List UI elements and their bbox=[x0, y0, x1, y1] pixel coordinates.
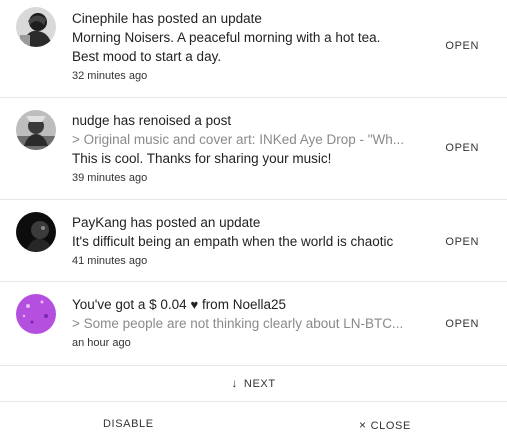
notification-time: an hour ago bbox=[72, 337, 131, 349]
close-icon: × bbox=[359, 418, 367, 432]
next-button[interactable]: ↓ NEXT bbox=[231, 376, 275, 390]
tip-sender-text: from Noella25 bbox=[201, 297, 286, 312]
notification-title: PayKang has posted an update bbox=[72, 215, 261, 230]
arrow-down-icon: ↓ bbox=[231, 376, 238, 390]
notification-title: You've got a $ 0.04 ♥ from Noella25 bbox=[72, 295, 417, 314]
notification-title: nudge has renoised a post bbox=[72, 113, 232, 128]
notification-text: Best mood to start a day. bbox=[72, 49, 222, 64]
notification-item[interactable]: You've got a $ 0.04 ♥ from Noella25 > So… bbox=[0, 282, 507, 366]
notification-quote: > Original music and cover art: INKed Ay… bbox=[72, 132, 405, 147]
disable-button[interactable]: DISABLE bbox=[103, 418, 154, 430]
heart-icon: ♥ bbox=[190, 297, 199, 312]
notification-text: It's difficult being an empath when the … bbox=[72, 234, 394, 249]
open-button[interactable]: OPEN bbox=[445, 142, 479, 154]
notification-item[interactable]: Cinephile has posted an update Morning N… bbox=[0, 0, 507, 98]
user-avatar-paykang bbox=[16, 212, 56, 252]
next-label: NEXT bbox=[243, 378, 276, 390]
user-avatar-noella25 bbox=[16, 294, 56, 334]
open-button[interactable]: OPEN bbox=[445, 40, 479, 52]
user-avatar-nudge bbox=[16, 110, 56, 150]
open-button[interactable]: OPEN bbox=[445, 318, 479, 330]
notification-text: Morning Noisers. A peaceful morning with… bbox=[72, 30, 381, 45]
open-button[interactable]: OPEN bbox=[445, 236, 479, 248]
notification-time: 32 minutes ago bbox=[72, 70, 148, 82]
user-avatar-cinephile bbox=[16, 7, 56, 47]
tip-amount-text: You've got a $ 0.04 bbox=[72, 297, 187, 312]
notification-text: This is cool. Thanks for sharing your mu… bbox=[72, 151, 332, 166]
notifications-panel: Cinephile has posted an update Morning N… bbox=[0, 0, 507, 441]
notification-item[interactable]: nudge has renoised a post > Original mus… bbox=[0, 98, 507, 200]
close-button[interactable]: × CLOSE bbox=[359, 418, 411, 432]
pagination-row: ↓ NEXT bbox=[0, 366, 507, 402]
notification-title: Cinephile has posted an update bbox=[72, 11, 262, 26]
notification-quote: > Some people are not thinking clearly a… bbox=[72, 316, 404, 331]
close-label: CLOSE bbox=[370, 420, 411, 432]
notification-time: 41 minutes ago bbox=[72, 255, 148, 267]
notification-time: 39 minutes ago bbox=[72, 172, 148, 184]
notification-item[interactable]: PayKang has posted an update It's diffic… bbox=[0, 200, 507, 282]
